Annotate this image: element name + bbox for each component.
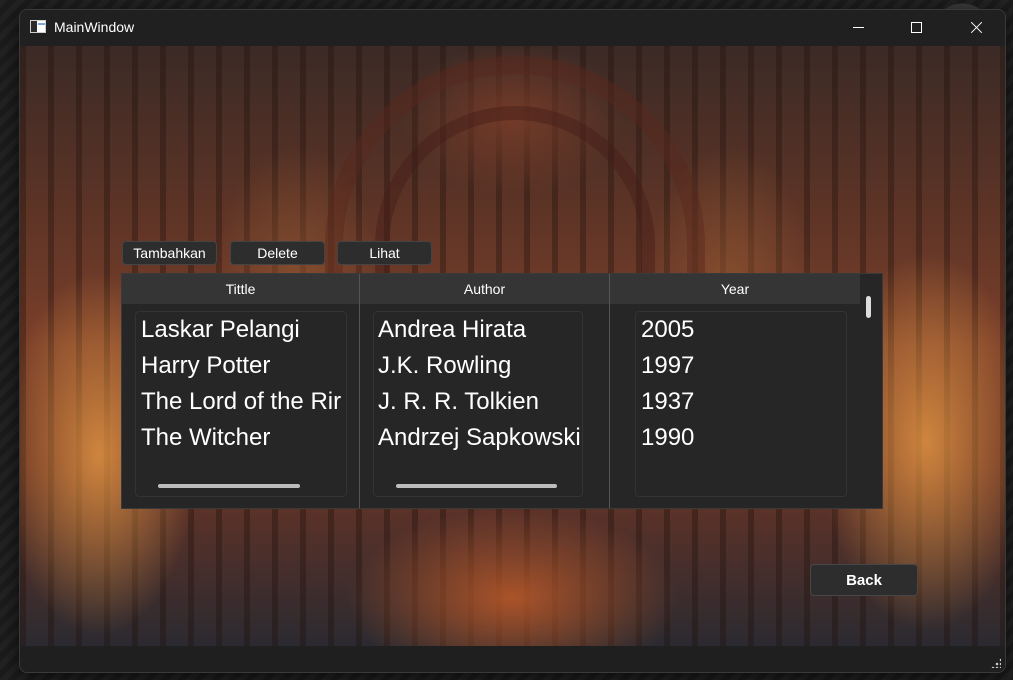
- author-cell[interactable]: J.K. Rowling: [378, 352, 511, 380]
- status-bar: [20, 646, 1005, 672]
- window-title: MainWindow: [54, 19, 135, 35]
- library-background: Tambahkan Delete Lihat Tittle Author Yea…: [20, 46, 1005, 646]
- lihat-button[interactable]: Lihat: [337, 241, 432, 265]
- horizontal-scrollbar[interactable]: [158, 484, 300, 488]
- tambahkan-button[interactable]: Tambahkan: [122, 241, 217, 265]
- column-header-author[interactable]: Author: [360, 274, 609, 304]
- author-cell[interactable]: Andrzej Sapkowski: [378, 424, 581, 452]
- title-cell[interactable]: Harry Potter: [141, 352, 270, 380]
- column-header-title[interactable]: Tittle: [122, 274, 359, 304]
- title-cell[interactable]: The Witcher: [141, 424, 270, 452]
- horizontal-scrollbar[interactable]: [396, 484, 557, 488]
- close-icon[interactable]: [947, 10, 1005, 46]
- column-header-year[interactable]: Year: [610, 274, 860, 304]
- year-cell[interactable]: 1997: [641, 352, 694, 380]
- column-divider: [359, 274, 360, 508]
- year-cell[interactable]: 1990: [641, 424, 694, 452]
- minimize-icon[interactable]: [830, 10, 888, 46]
- back-button[interactable]: Back: [810, 564, 918, 596]
- title-cell[interactable]: The Lord of the Rir: [141, 388, 341, 416]
- title-cell[interactable]: Laskar Pelangi: [141, 316, 300, 344]
- year-cell[interactable]: 1937: [641, 388, 694, 416]
- author-cell[interactable]: Andrea Hirata: [378, 316, 526, 344]
- year-cell[interactable]: 2005: [641, 316, 694, 344]
- author-list[interactable]: Andrea Hirata J.K. Rowling J. R. R. Tolk…: [373, 311, 583, 497]
- maximize-icon[interactable]: [888, 10, 946, 46]
- column-divider: [609, 274, 610, 508]
- year-list[interactable]: 2005 1997 1937 1990: [635, 311, 847, 497]
- author-cell[interactable]: J. R. R. Tolkien: [378, 388, 539, 416]
- vertical-scrollbar[interactable]: [866, 296, 871, 318]
- books-table: Tittle Author Year Laskar Pelangi Harry …: [121, 273, 883, 509]
- app-icon: [30, 20, 46, 33]
- title-bar[interactable]: MainWindow: [20, 10, 1005, 46]
- main-window: MainWindow Tambahkan Delete Lihat Tittle…: [19, 9, 1006, 673]
- delete-button[interactable]: Delete: [230, 241, 325, 265]
- resize-grip-icon[interactable]: [991, 658, 1001, 668]
- title-list[interactable]: Laskar Pelangi Harry Potter The Lord of …: [135, 311, 347, 497]
